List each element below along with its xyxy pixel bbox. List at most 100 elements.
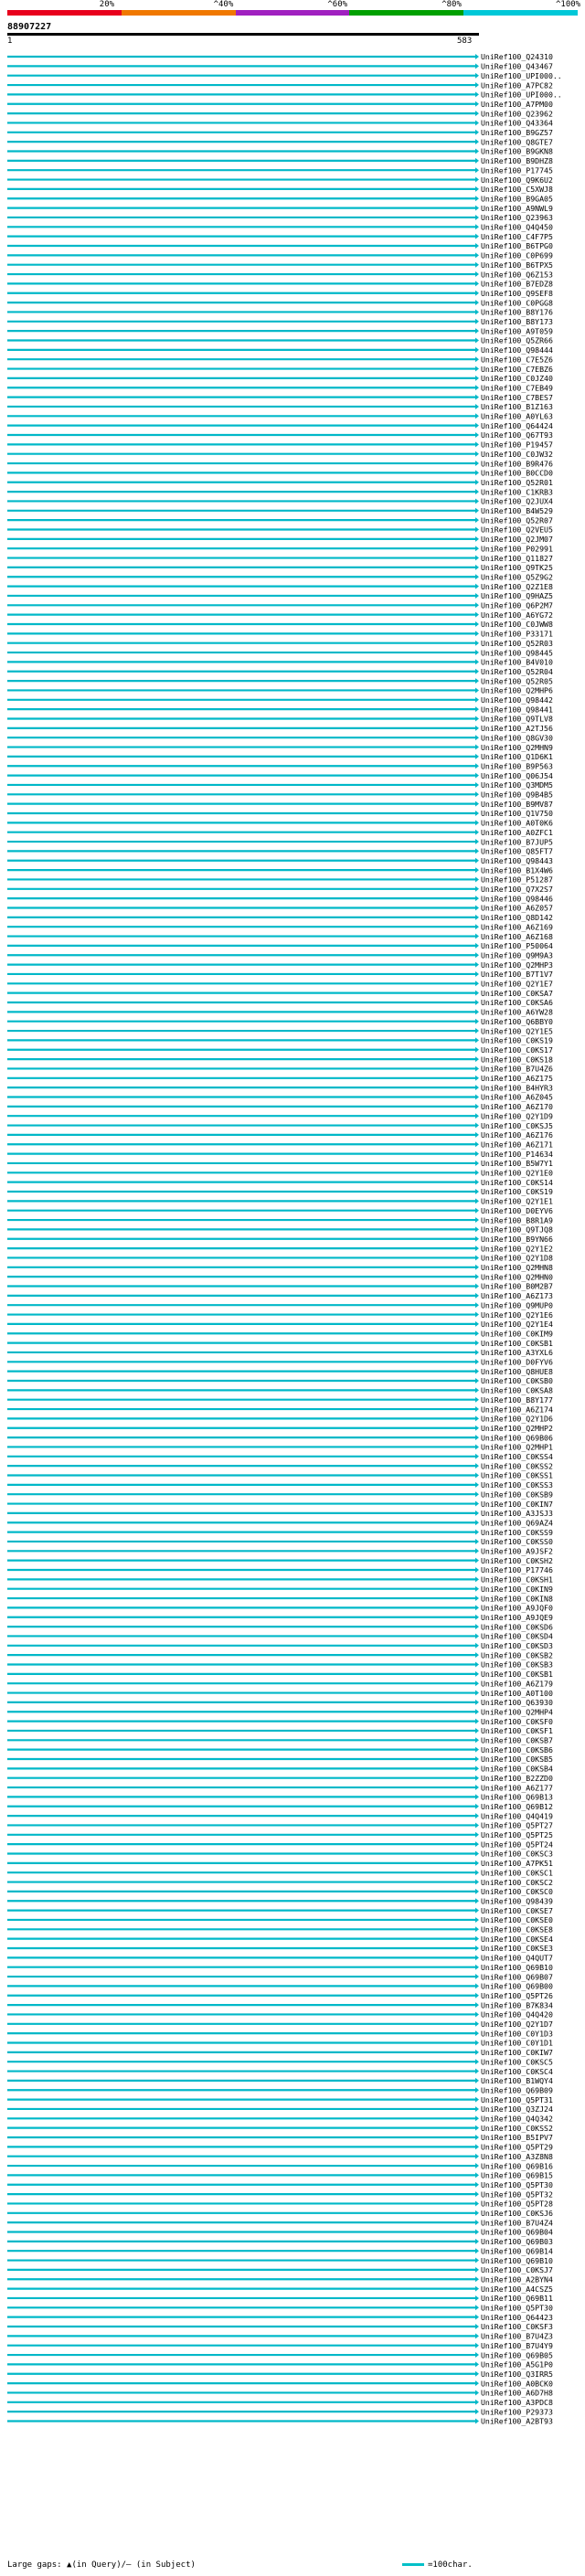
hit-label[interactable]: UniRef100_Q69B10: [481, 1963, 553, 1972]
hit-label[interactable]: UniRef100_Q9MUP0: [481, 1300, 553, 1309]
hit-label[interactable]: UniRef100_C0KSB9: [481, 1489, 553, 1499]
hit-label[interactable]: UniRef100_Q52R03: [481, 639, 553, 648]
hit-label[interactable]: UniRef100_B9YN66: [481, 1235, 553, 1244]
hit-label[interactable]: UniRef100_Q9K6U2: [481, 175, 553, 185]
hit-label[interactable]: UniRef100_Q5PT28: [481, 2200, 553, 2209]
hit-label[interactable]: UniRef100_Q69B15: [481, 2171, 553, 2180]
hit-label[interactable]: UniRef100_B0CCD0: [481, 469, 553, 478]
hit-label[interactable]: UniRef100_B1X4W6: [481, 865, 553, 875]
hit-label[interactable]: UniRef100_C0KIW7: [481, 2048, 553, 2057]
hit-label[interactable]: UniRef100_A6YW28: [481, 1008, 553, 1017]
hit-label[interactable]: UniRef100_P14634: [481, 1150, 553, 1159]
hit-label[interactable]: UniRef100_C0KIN7: [481, 1500, 553, 1509]
hit-label[interactable]: UniRef100_A2TJ56: [481, 724, 553, 733]
hit-label[interactable]: UniRef100_C0PGG8: [481, 298, 553, 307]
hit-label[interactable]: UniRef100_Q9M9A3: [481, 950, 553, 959]
hit-label[interactable]: UniRef100_C0KSB1: [481, 1670, 553, 1679]
hit-label[interactable]: UniRef100_C0KS19: [481, 1187, 553, 1196]
hit-label[interactable]: UniRef100_C0KSA7: [481, 989, 553, 998]
hit-label[interactable]: UniRef100_Q2Y1D7: [481, 2019, 553, 2029]
hit-label[interactable]: UniRef100_Q2JM07: [481, 535, 553, 544]
hit-label[interactable]: UniRef100_B7EDZ8: [481, 280, 553, 289]
hit-label[interactable]: UniRef100_C0Y1D1: [481, 2039, 553, 2048]
hit-label[interactable]: UniRef100_Q4Q420: [481, 2010, 553, 2019]
hit-label[interactable]: UniRef100_C0JW32: [481, 450, 553, 459]
hit-label[interactable]: UniRef100_Q64424: [481, 421, 553, 430]
hit-label[interactable]: UniRef100_Q2Y1E0: [481, 1169, 553, 1178]
hit-label[interactable]: UniRef100_Q7X2S7: [481, 885, 553, 894]
hit-label[interactable]: UniRef100_Q5PT26: [481, 1991, 553, 2000]
hit-label[interactable]: UniRef100_C0KSD6: [481, 1622, 553, 1631]
hit-label[interactable]: UniRef100_B0M2B7: [481, 1282, 553, 1291]
hit-label[interactable]: UniRef100_C0KIN9: [481, 1585, 553, 1594]
hit-label[interactable]: UniRef100_C0KSB1: [481, 1339, 553, 1348]
hit-label[interactable]: UniRef100_A6Z176: [481, 1130, 553, 1140]
hit-label[interactable]: UniRef100_Q5PT30: [481, 2304, 553, 2313]
hit-label[interactable]: UniRef100_Q2Y1E5: [481, 1026, 553, 1035]
hit-label[interactable]: UniRef100_C0KSC5: [481, 2057, 553, 2066]
hit-label[interactable]: UniRef100_P02991: [481, 544, 553, 553]
hit-label[interactable]: UniRef100_B5W7Y1: [481, 1159, 553, 1168]
hit-label[interactable]: UniRef100_C0P699: [481, 251, 553, 260]
hit-label[interactable]: UniRef100_A2BYN4: [481, 2274, 553, 2284]
hit-label[interactable]: UniRef100_B8Y176: [481, 308, 553, 317]
hit-label[interactable]: UniRef100_Q69B06: [481, 1433, 553, 1442]
hit-label[interactable]: UniRef100_P50064: [481, 941, 553, 950]
hit-label[interactable]: UniRef100_Q69B04: [481, 2228, 553, 2237]
hit-label[interactable]: UniRef100_C0KSE4: [481, 1935, 553, 1944]
hit-label[interactable]: UniRef100_P29373: [481, 2407, 553, 2416]
hit-label[interactable]: UniRef100_B5IPV7: [481, 2133, 553, 2142]
hit-label[interactable]: UniRef100_Q23963: [481, 213, 553, 222]
hit-label[interactable]: UniRef100_C0KSD3: [481, 1641, 553, 1650]
hit-label[interactable]: UniRef100_Q23962: [481, 109, 553, 118]
hit-label[interactable]: UniRef100_B8Y173: [481, 317, 553, 326]
hit-label[interactable]: UniRef100_C0KSB5: [481, 1754, 553, 1764]
hit-label[interactable]: UniRef100_Q52R04: [481, 667, 553, 676]
hit-label[interactable]: UniRef100_Q98444: [481, 345, 553, 355]
hit-label[interactable]: UniRef100_Q69B10: [481, 2256, 553, 2265]
hit-label[interactable]: UniRef100_Q69B09: [481, 2085, 553, 2094]
hit-label[interactable]: UniRef100_Q98442: [481, 695, 553, 705]
hit-label[interactable]: UniRef100_A5G1P0: [481, 2360, 553, 2369]
hit-label[interactable]: UniRef100_Q5PT31: [481, 2095, 553, 2104]
hit-label[interactable]: UniRef100_B9DHZ8: [481, 156, 553, 165]
hit-label[interactable]: UniRef100_P33171: [481, 630, 553, 639]
hit-label[interactable]: UniRef100_Q1V750: [481, 809, 553, 818]
hit-label[interactable]: UniRef100_Q2Y1D9: [481, 1111, 553, 1120]
hit-label[interactable]: UniRef100_C0JWW8: [481, 620, 553, 629]
hit-label[interactable]: UniRef100_Q69B13: [481, 1793, 553, 1802]
hit-label[interactable]: UniRef100_Q69B11: [481, 2294, 553, 2303]
hit-label[interactable]: UniRef100_Q2MHP6: [481, 686, 553, 695]
hit-label[interactable]: UniRef100_B4W529: [481, 506, 553, 515]
hit-label[interactable]: UniRef100_Q9TJQ8: [481, 1225, 553, 1235]
hit-label[interactable]: UniRef100_B4V010: [481, 658, 553, 667]
hit-label[interactable]: UniRef100_C0KSA6: [481, 998, 553, 1007]
hit-label[interactable]: UniRef100_Q52R07: [481, 515, 553, 525]
hit-label[interactable]: UniRef100_Q9SEF8: [481, 289, 553, 298]
hit-label[interactable]: UniRef100_A0T100: [481, 1689, 553, 1698]
hit-label[interactable]: UniRef100_Q69B00: [481, 1982, 553, 1991]
hit-label[interactable]: UniRef100_B9P563: [481, 761, 553, 770]
hit-label[interactable]: UniRef100_Q2MHN0: [481, 1272, 553, 1281]
hit-label[interactable]: UniRef100_A9JQF0: [481, 1604, 553, 1613]
hit-label[interactable]: UniRef100_C0KSS2: [481, 1461, 553, 1470]
hit-label[interactable]: UniRef100_Q98439: [481, 1896, 553, 1905]
hit-label[interactable]: UniRef100_A6Z171: [481, 1140, 553, 1149]
hit-label[interactable]: UniRef100_A9JSF2: [481, 1547, 553, 1556]
hit-label[interactable]: UniRef100_B7U4Y9: [481, 2341, 553, 2350]
hit-label[interactable]: UniRef100_Q9B4B5: [481, 790, 553, 800]
hit-label[interactable]: UniRef100_B7K834: [481, 2000, 553, 2009]
hit-label[interactable]: UniRef100_C5XWJ8: [481, 185, 553, 194]
hit-label[interactable]: UniRef100_Q98445: [481, 648, 553, 657]
hit-label[interactable]: UniRef100_C0KSS3: [481, 1480, 553, 1489]
hit-label[interactable]: UniRef100_A4CSZ5: [481, 2284, 553, 2294]
hit-label[interactable]: UniRef100_B9GZ57: [481, 128, 553, 137]
hit-label[interactable]: UniRef100_Q69B12: [481, 1802, 553, 1811]
hit-label[interactable]: UniRef100_C0KSC1: [481, 1868, 553, 1877]
hit-label[interactable]: UniRef100_C0KSB7: [481, 1736, 553, 1745]
hit-label[interactable]: UniRef100_C0KSB4: [481, 1765, 553, 1774]
hit-label[interactable]: UniRef100_B9MV87: [481, 800, 553, 809]
hit-label[interactable]: UniRef100_Q67T93: [481, 430, 553, 440]
hit-label[interactable]: UniRef100_A7PK51: [481, 1859, 553, 1868]
hit-label[interactable]: UniRef100_A6Z168: [481, 932, 553, 941]
